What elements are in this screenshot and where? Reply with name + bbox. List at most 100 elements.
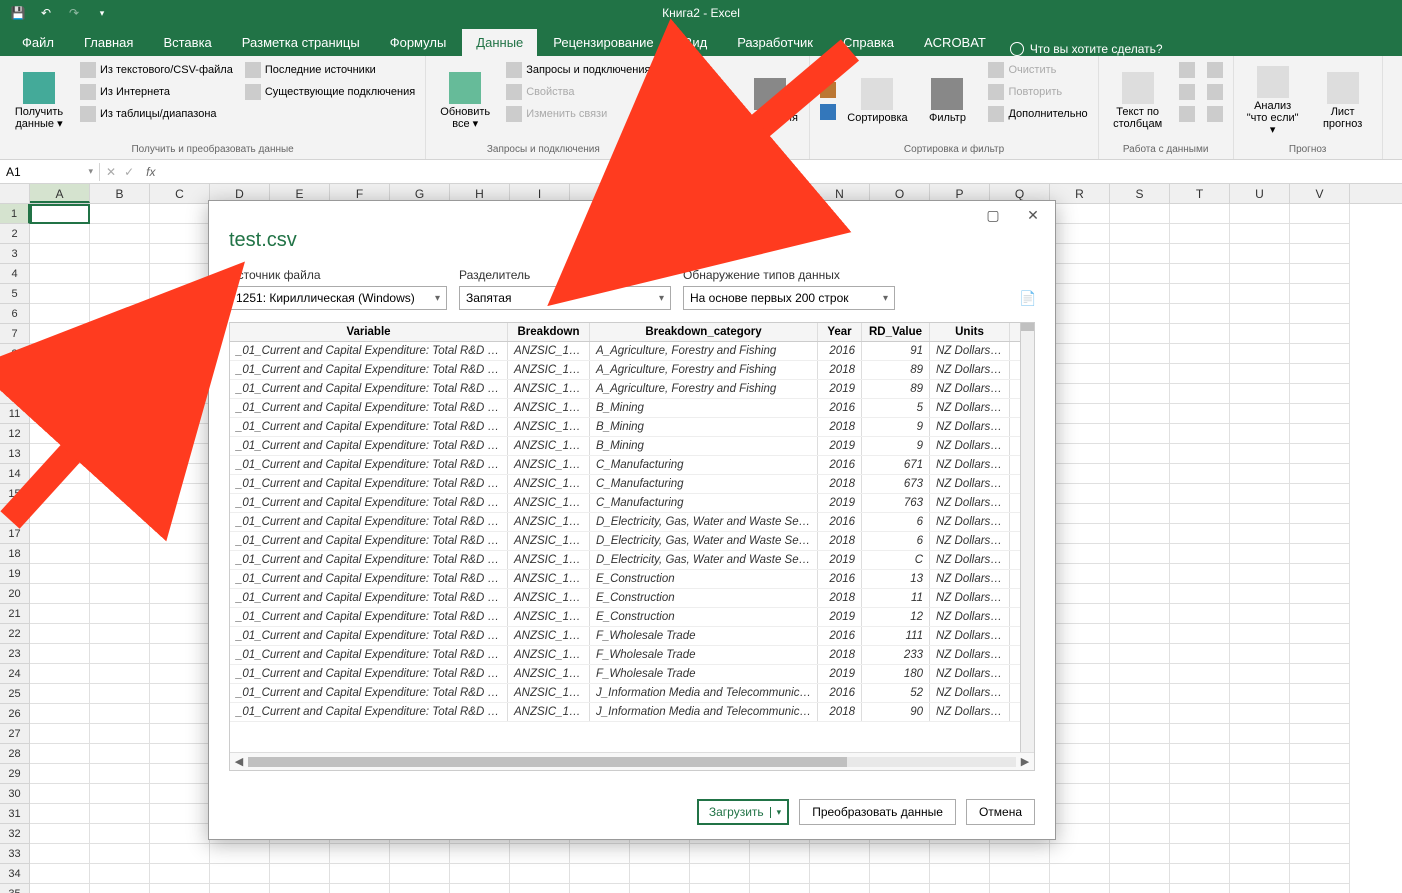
cell[interactable] bbox=[1110, 504, 1170, 524]
cell[interactable] bbox=[690, 844, 750, 864]
cell[interactable] bbox=[1230, 844, 1290, 864]
cell[interactable] bbox=[690, 884, 750, 893]
cell[interactable] bbox=[1170, 304, 1230, 324]
cell[interactable] bbox=[390, 844, 450, 864]
cell[interactable] bbox=[1290, 304, 1350, 324]
cell[interactable] bbox=[1290, 344, 1350, 364]
cell[interactable] bbox=[630, 864, 690, 884]
cell[interactable] bbox=[90, 844, 150, 864]
cell[interactable] bbox=[1290, 524, 1350, 544]
cell[interactable] bbox=[1230, 244, 1290, 264]
cell[interactable] bbox=[1170, 444, 1230, 464]
cell[interactable] bbox=[1230, 304, 1290, 324]
cell[interactable] bbox=[1110, 264, 1170, 284]
cell[interactable] bbox=[150, 744, 210, 764]
cell[interactable] bbox=[1170, 324, 1230, 344]
cell[interactable] bbox=[30, 544, 90, 564]
cell[interactable] bbox=[1050, 644, 1110, 664]
cell[interactable] bbox=[1110, 724, 1170, 744]
cell[interactable] bbox=[1110, 864, 1170, 884]
cell[interactable] bbox=[1230, 404, 1290, 424]
cell[interactable] bbox=[1050, 284, 1110, 304]
cell[interactable] bbox=[1050, 444, 1110, 464]
cell[interactable] bbox=[1230, 464, 1290, 484]
cell[interactable] bbox=[90, 644, 150, 664]
cell[interactable] bbox=[1170, 464, 1230, 484]
cell[interactable] bbox=[1110, 224, 1170, 244]
cell[interactable] bbox=[90, 884, 150, 893]
row-header[interactable]: 23 bbox=[0, 644, 30, 664]
cell[interactable] bbox=[150, 804, 210, 824]
cell[interactable] bbox=[1050, 224, 1110, 244]
cell[interactable] bbox=[1050, 264, 1110, 284]
cell[interactable] bbox=[1170, 424, 1230, 444]
cell[interactable] bbox=[90, 604, 150, 624]
cell[interactable] bbox=[1230, 604, 1290, 624]
cell[interactable] bbox=[1290, 384, 1350, 404]
row-header[interactable]: 1 bbox=[0, 204, 30, 224]
cell[interactable] bbox=[1290, 624, 1350, 644]
cell[interactable] bbox=[990, 864, 1050, 884]
cell[interactable] bbox=[1290, 224, 1350, 244]
cell[interactable] bbox=[1170, 484, 1230, 504]
cell[interactable] bbox=[1110, 844, 1170, 864]
column-header[interactable]: S bbox=[1110, 184, 1170, 203]
save-icon[interactable]: 💾 bbox=[8, 3, 28, 23]
from-table-button[interactable]: Из таблицы/диапазона bbox=[78, 104, 235, 124]
column-header[interactable]: B bbox=[90, 184, 150, 203]
cell[interactable] bbox=[1170, 844, 1230, 864]
file-origin-select[interactable]: 1251: Кириллическая (Windows) bbox=[229, 286, 447, 310]
cell[interactable] bbox=[1290, 264, 1350, 284]
cell[interactable] bbox=[150, 824, 210, 844]
cell[interactable] bbox=[1110, 324, 1170, 344]
cell[interactable] bbox=[1170, 764, 1230, 784]
vertical-scrollbar-body[interactable] bbox=[1020, 342, 1034, 752]
cell[interactable] bbox=[1290, 284, 1350, 304]
cell[interactable] bbox=[390, 864, 450, 884]
row-header[interactable]: 21 bbox=[0, 604, 30, 624]
cell[interactable] bbox=[1110, 524, 1170, 544]
cell[interactable] bbox=[1230, 224, 1290, 244]
cell[interactable] bbox=[1050, 324, 1110, 344]
cell[interactable] bbox=[1230, 564, 1290, 584]
cell[interactable] bbox=[30, 784, 90, 804]
cell[interactable] bbox=[1170, 504, 1230, 524]
cell[interactable] bbox=[90, 564, 150, 584]
cell[interactable] bbox=[1170, 784, 1230, 804]
cell[interactable] bbox=[1170, 604, 1230, 624]
cell[interactable] bbox=[1290, 404, 1350, 424]
cell[interactable] bbox=[1050, 464, 1110, 484]
cell[interactable] bbox=[450, 844, 510, 864]
cell[interactable] bbox=[1050, 844, 1110, 864]
maximize-icon[interactable]: ▢ bbox=[975, 204, 1011, 226]
cell[interactable] bbox=[510, 864, 570, 884]
cell[interactable] bbox=[450, 864, 510, 884]
cell[interactable] bbox=[1110, 204, 1170, 224]
cell[interactable] bbox=[1230, 644, 1290, 664]
cell[interactable] bbox=[1110, 564, 1170, 584]
row-header[interactable]: 30 bbox=[0, 784, 30, 804]
name-box[interactable]: A1▾ bbox=[0, 163, 100, 181]
cell[interactable] bbox=[990, 844, 1050, 864]
cell[interactable] bbox=[1230, 744, 1290, 764]
cell[interactable] bbox=[1170, 884, 1230, 893]
cell[interactable] bbox=[270, 884, 330, 893]
cell[interactable] bbox=[1050, 704, 1110, 724]
vertical-scrollbar[interactable] bbox=[1020, 323, 1034, 342]
cell[interactable] bbox=[1290, 444, 1350, 464]
cell[interactable] bbox=[1230, 704, 1290, 724]
cell[interactable] bbox=[330, 884, 390, 893]
cell[interactable] bbox=[1290, 824, 1350, 844]
row-header[interactable]: 33 bbox=[0, 844, 30, 864]
forecast-button[interactable]: Лист прогноз bbox=[1312, 60, 1374, 142]
cell[interactable] bbox=[90, 784, 150, 804]
cell[interactable] bbox=[150, 204, 210, 224]
cell[interactable] bbox=[990, 884, 1050, 893]
close-icon[interactable]: ✕ bbox=[1015, 204, 1051, 226]
cell[interactable] bbox=[1050, 824, 1110, 844]
cell[interactable] bbox=[810, 844, 870, 864]
cell[interactable] bbox=[1050, 604, 1110, 624]
cell[interactable] bbox=[210, 844, 270, 864]
cell[interactable] bbox=[150, 764, 210, 784]
cell[interactable] bbox=[690, 864, 750, 884]
